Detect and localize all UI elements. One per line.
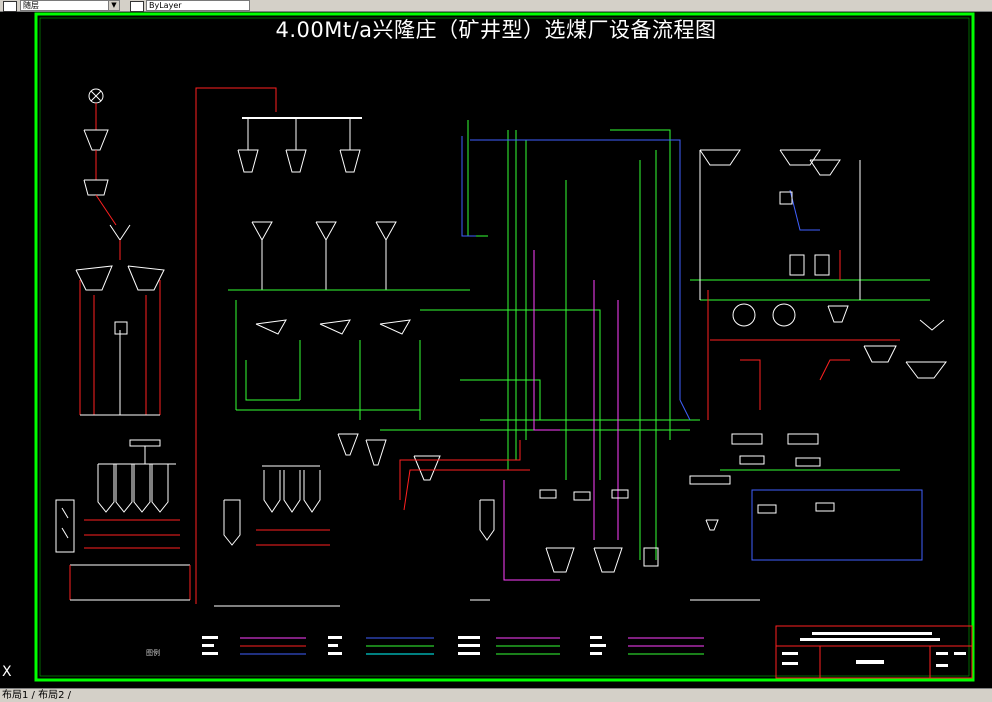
blue-pipes [461, 136, 923, 561]
centrifuges [223, 489, 659, 573]
classifying-bins [237, 118, 441, 481]
title-block [775, 625, 973, 679]
layer-icon[interactable] [3, 1, 17, 12]
ucs-axis-x: X [2, 664, 12, 680]
legend [202, 636, 704, 655]
magenta-pipes [503, 250, 619, 581]
cad-toolbar: 随层 ▼ ByLayer [0, 0, 992, 12]
layer-combo[interactable]: 随层 [20, 0, 110, 11]
linetype-icon[interactable] [130, 1, 144, 12]
legend-label: 图例 [146, 649, 160, 657]
product-bins [214, 465, 760, 607]
flotation-section [699, 149, 947, 379]
linetype-combo[interactable]: ByLayer [146, 0, 250, 11]
main-riser [195, 87, 362, 604]
drawing-canvas[interactable] [0, 12, 992, 688]
feeders [69, 519, 191, 601]
layout-tabs[interactable]: 布局1 / 布局2 / [0, 688, 992, 702]
chevron-down-icon[interactable]: ▼ [108, 0, 120, 11]
filter-presses [689, 433, 835, 531]
raw-coal-section [75, 88, 165, 416]
